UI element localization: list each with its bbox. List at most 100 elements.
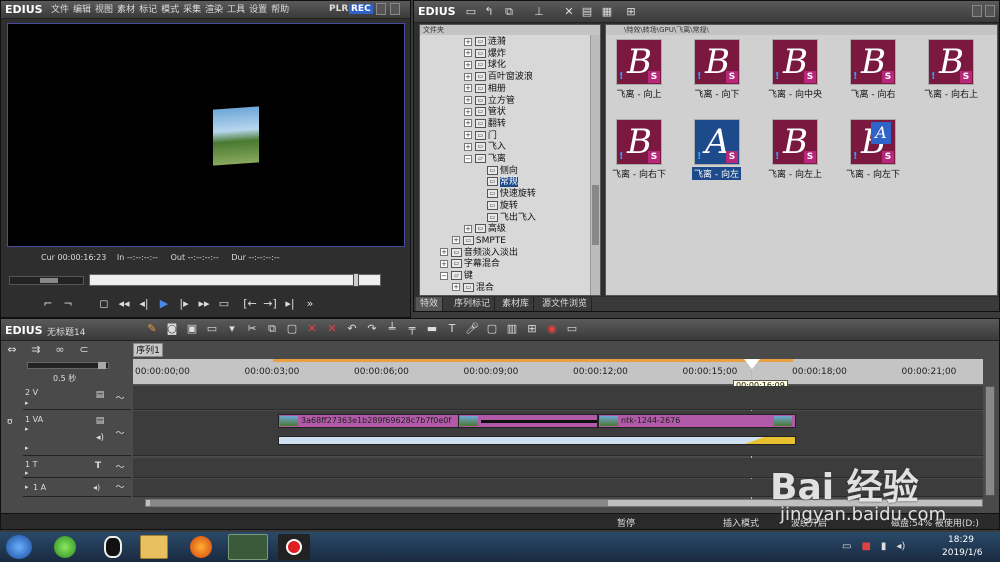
plr-button[interactable]: PLR [329, 4, 348, 14]
expand-toggle-icon[interactable]: − [440, 271, 448, 280]
render-icon[interactable]: ⊞ [525, 322, 539, 336]
status-insert-mode[interactable]: 插入模式 [723, 516, 759, 529]
effect-thumbnail[interactable]: B! S [772, 39, 818, 85]
expand-toggle-icon[interactable]: + [464, 49, 472, 58]
save-project-icon[interactable]: ▭ [205, 322, 219, 336]
copy-icon[interactable]: ⧉ [502, 5, 516, 19]
track-body-1va[interactable]: 3a68ff27363e1b289f69628c7b7f0e0f ntk-124… [133, 411, 983, 456]
tree-item[interactable]: − ▱ 键 [440, 271, 473, 282]
track-toggle-icon[interactable]: ▸ [25, 444, 29, 452]
video-toggle-icon[interactable]: ▤ [93, 414, 107, 428]
redo-icon[interactable]: ↷ [365, 322, 379, 336]
tree-item[interactable]: + ▭ 管状 [464, 107, 506, 118]
expand-toggle-icon[interactable]: + [464, 60, 472, 69]
network-icon[interactable]: ▮ [881, 541, 887, 555]
zoom-slider[interactable] [27, 362, 109, 369]
mic-icon[interactable]: 🎤︎ [465, 322, 479, 336]
tree-item[interactable]: + ▭ SMPTE [452, 235, 506, 247]
set-in-icon[interactable]: ⌐ [41, 297, 55, 311]
effect-thumbnail[interactable]: B! S [616, 119, 662, 165]
sequence-tab[interactable]: 序列1 [133, 343, 163, 357]
title-track-icon[interactable]: T [95, 461, 101, 471]
track-lock-icon[interactable]: ʊ [7, 417, 13, 427]
effect-thumbnail[interactable]: B! S [694, 39, 740, 85]
cut-icon[interactable]: ✂ [245, 322, 259, 336]
track-header-1a[interactable]: ▸ 1 A ◂) 〜 [23, 479, 131, 497]
library-tab[interactable]: 源文件浏览 [538, 297, 593, 311]
tree-scrollbar[interactable] [590, 35, 600, 295]
video-clip-2[interactable]: ntk-1244-2676 [598, 414, 796, 428]
audio-clip[interactable] [278, 436, 796, 445]
maximize-icon[interactable] [390, 3, 400, 15]
stop-icon[interactable]: ◻ [97, 297, 111, 311]
sync-icon[interactable]: ◉ [545, 322, 559, 336]
library-close-icon[interactable] [985, 5, 995, 17]
track-snap-icon[interactable]: ⊂ [77, 343, 91, 357]
tree-item[interactable]: + ▭ 涟漪 [464, 37, 506, 48]
expand-toggle-icon[interactable]: + [440, 248, 448, 257]
app-icon-qq[interactable] [104, 536, 122, 558]
timeline-scroll-thumb[interactable] [150, 500, 608, 506]
loop-icon[interactable]: ▭ [217, 297, 231, 311]
open-project-icon[interactable]: ▣ [185, 322, 199, 336]
trim-icon[interactable]: ▸| [283, 297, 297, 311]
effect-thumbnail[interactable]: B! S [850, 39, 896, 85]
app-icon-360[interactable] [54, 536, 76, 558]
track-body-1a[interactable] [133, 479, 983, 497]
track-body-1t[interactable] [133, 458, 983, 478]
tree-item[interactable]: + ▭侧向 [476, 165, 518, 177]
video-toggle-icon[interactable]: ▤ [93, 388, 107, 402]
capture-icon[interactable]: ◙ [165, 322, 179, 336]
track-link-icon[interactable]: ⇉ [29, 343, 43, 357]
shuttle-slider[interactable] [9, 276, 84, 285]
expand-toggle-icon[interactable]: + [464, 37, 472, 46]
menu-item[interactable]: 标记 [139, 3, 157, 17]
more-icon[interactable]: » [303, 297, 317, 311]
transition-clip[interactable] [458, 414, 598, 428]
status-ripple[interactable]: 波纹开启 [791, 516, 827, 529]
tree-item[interactable]: + ▭旋转 [476, 200, 518, 212]
tree-item[interactable]: + ▭ 百叶窗波浪 [464, 72, 533, 83]
delete-clip-icon[interactable]: ✕ [305, 322, 319, 336]
tree-item[interactable]: + ▭ 球化 [464, 60, 506, 71]
track-header-1t[interactable]: 1 T ▸ T 〜 [23, 458, 131, 478]
track-toggle-icon[interactable]: ▸ [25, 399, 29, 407]
menu-item[interactable]: 编辑 [73, 3, 91, 17]
marker-icon[interactable]: ▢ [485, 322, 499, 336]
expand-toggle-icon[interactable]: + [440, 259, 448, 268]
step-back-icon[interactable]: ◂| [137, 297, 151, 311]
library-tab[interactable]: 特效 [416, 297, 444, 311]
insert-icon[interactable]: [← [243, 297, 257, 311]
menu-item[interactable]: 渲染 [205, 3, 223, 17]
tree-item[interactable]: − ▱ 飞离 [464, 154, 506, 165]
play-icon[interactable]: ▶ [157, 297, 171, 311]
video-clip-1[interactable]: 3a68ff27363e1b289f69628c7b7f0e0f [278, 414, 478, 428]
effect-thumbnail[interactable]: B! S [616, 39, 662, 85]
expand-toggle-icon[interactable]: + [452, 236, 460, 245]
menu-item[interactable]: 帮助 [271, 3, 289, 17]
expand-toggle-icon[interactable]: + [464, 119, 472, 128]
expand-toggle-icon[interactable]: + [452, 283, 460, 292]
track-mode-icon[interactable]: ⇔ [5, 343, 19, 357]
effect-thumbnail[interactable]: A! S [694, 119, 740, 165]
expand-toggle-icon[interactable]: − [464, 154, 472, 163]
tree-item[interactable]: + ▭ 爆炸 [464, 48, 506, 60]
waveform-icon[interactable]: 〜 [113, 461, 127, 475]
app-icon-edius[interactable] [228, 534, 268, 560]
security-icon[interactable]: ■ [861, 541, 870, 555]
tree-item[interactable]: + ▭ 门 [464, 130, 497, 142]
tree-item[interactable]: + ▭ 高级 [464, 224, 506, 235]
menu-item[interactable]: 设置 [249, 3, 267, 17]
delete-icon[interactable]: ✕ [562, 5, 576, 19]
library-tab[interactable]: 序列标记 [450, 297, 496, 311]
track-header-2v[interactable]: 2 V ▸ ▤ 〜 [23, 386, 131, 410]
expand-toggle-icon[interactable]: + [464, 224, 472, 233]
volume-icon[interactable]: ◂) [896, 541, 905, 555]
tree-item[interactable]: + ▭ 翻转 [464, 118, 506, 130]
track-sync-icon[interactable]: ∞ [53, 343, 67, 357]
playhead-marker[interactable] [744, 359, 760, 369]
expand-toggle-icon[interactable]: + [464, 142, 472, 151]
clock-date[interactable]: 2019/1/6 [942, 548, 982, 558]
rec-button[interactable]: REC [349, 4, 373, 14]
track-body-2v[interactable] [133, 386, 983, 410]
